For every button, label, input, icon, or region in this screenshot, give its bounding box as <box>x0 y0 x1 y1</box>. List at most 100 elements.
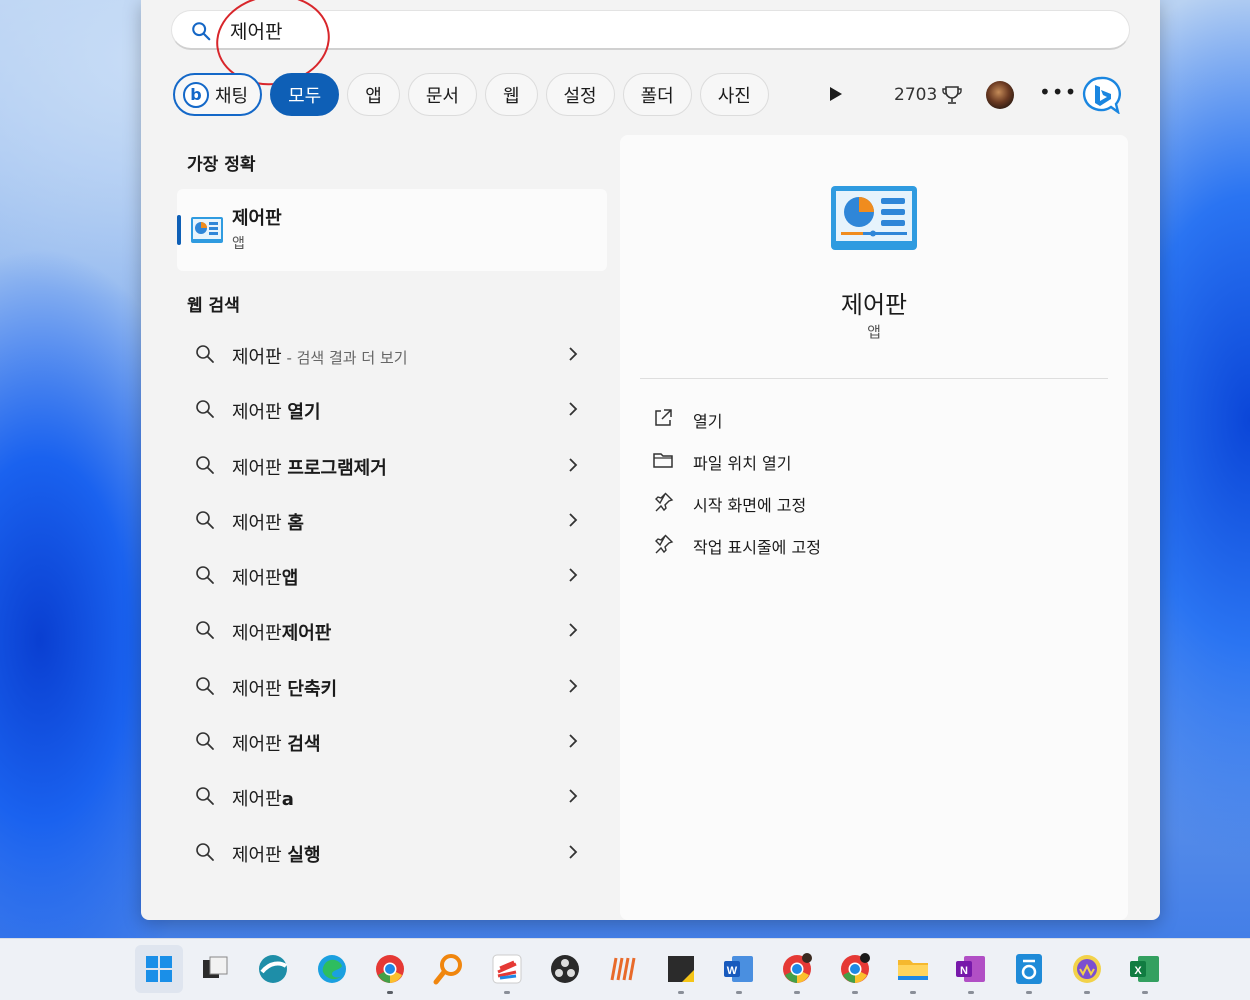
running-indicator <box>678 991 684 994</box>
file-explorer-icon[interactable] <box>896 952 930 986</box>
web-search-item[interactable]: 제어판 실행 <box>177 826 607 881</box>
running-indicator <box>852 991 858 994</box>
action-open[interactable]: 열기 <box>652 398 952 440</box>
filter-all[interactable]: 모두 <box>270 73 340 116</box>
web-search-suggestion: 실행 <box>287 844 321 866</box>
web-search-suggestion: 제어판 <box>281 623 332 645</box>
selection-indicator <box>177 215 181 245</box>
colorful-app-icon[interactable] <box>490 952 524 986</box>
start-icon <box>146 956 172 982</box>
web-search-suggestion: a <box>281 789 294 811</box>
stripes-app-icon[interactable] <box>606 952 640 986</box>
pin-icon <box>655 492 674 512</box>
edge-icon[interactable] <box>315 952 349 986</box>
bing-icon[interactable] <box>1081 76 1121 114</box>
start-button[interactable] <box>135 945 183 993</box>
chevron-right-icon <box>569 457 578 472</box>
filter-photos[interactable]: 사진 <box>699 73 769 116</box>
web-search-item[interactable]: 제어판 단축키 <box>177 660 607 715</box>
web-search-item[interactable]: 제어판a <box>177 770 607 825</box>
rewards-points-value: 2703 <box>894 85 938 105</box>
web-search-hint: - 검색 결과 더 보기 <box>281 349 408 367</box>
action-label: 시작 화면에 고정 <box>693 496 807 515</box>
web-search-query: 제어판 <box>232 347 282 368</box>
best-match-name: 제어판 <box>232 208 282 229</box>
running-indicator <box>1026 991 1032 994</box>
running-indicator <box>504 991 510 994</box>
web-search-item[interactable]: 제어판 열기 <box>177 383 607 438</box>
search-box[interactable] <box>171 10 1130 50</box>
control-panel-large-icon <box>831 186 917 250</box>
chrome-profile-icon-1[interactable] <box>780 952 814 986</box>
action-label: 작업 표시줄에 고정 <box>693 538 821 557</box>
running-indicator <box>910 991 916 994</box>
chevron-right-icon <box>569 679 578 693</box>
preview-pane: 제어판 앱 열기 파일 위치 열기 시작 화면에 고정 작업 표시줄에 고정 <box>620 135 1128 920</box>
more-options-icon[interactable]: ••• <box>1039 80 1077 104</box>
sphere-app-icon[interactable] <box>256 952 290 986</box>
filter-folders[interactable]: 폴더 <box>622 73 692 116</box>
rewards-points[interactable]: 2703 <box>894 84 963 106</box>
filter-chat[interactable]: b 채팅 <box>173 73 263 116</box>
search-icon <box>196 732 214 750</box>
filter-documents[interactable]: 문서 <box>407 73 477 116</box>
search-icon <box>196 511 214 529</box>
chrome-icon[interactable] <box>373 952 407 986</box>
action-pin-to-taskbar[interactable]: 작업 표시줄에 고정 <box>652 524 952 566</box>
web-search-query: 제어판 <box>232 844 288 866</box>
chevron-right-icon <box>569 845 578 859</box>
web-search-suggestion: 열기 <box>287 402 321 424</box>
whale-app-icon[interactable] <box>1070 952 1104 986</box>
web-search-suggestion: 프로그램제거 <box>287 457 387 479</box>
excel-icon[interactable]: X <box>1128 952 1162 986</box>
search-icon <box>196 400 214 419</box>
onenote-icon[interactable]: N <box>954 952 988 986</box>
user-avatar[interactable] <box>986 81 1014 109</box>
filter-apps[interactable]: 앱 <box>347 73 400 116</box>
taskbar: W N X <box>0 938 1250 1000</box>
web-search-query: 제어판 <box>232 457 288 479</box>
svg-text:W: W <box>727 965 738 977</box>
web-search-query: 제어판 <box>232 678 288 700</box>
more-filters-play-icon[interactable] <box>829 86 843 102</box>
preview-actions: 열기 파일 위치 열기 시작 화면에 고정 작업 표시줄에 고정 <box>652 398 952 566</box>
obs-icon[interactable] <box>548 952 582 986</box>
filter-web[interactable]: 웹 <box>484 73 538 116</box>
action-pin-to-start[interactable]: 시작 화면에 고정 <box>652 482 952 524</box>
search-icon <box>196 842 214 861</box>
task-view-icon[interactable] <box>198 952 232 986</box>
preview-app-name: 제어판 <box>840 291 908 319</box>
web-search-item[interactable]: 제어판제어판 <box>177 604 607 659</box>
chevron-right-icon <box>569 347 578 361</box>
web-search-query: 제어판 <box>232 623 282 645</box>
web-search-suggestion: 단축키 <box>287 678 338 700</box>
start-search-panel: b 채팅 모두 앱 문서 웹 설정 폴더 사진 2703 ••• 가장 정확 <box>141 0 1160 920</box>
sticky-notes-icon[interactable] <box>664 952 698 986</box>
web-search-item[interactable]: 제어판 - 검색 결과 더 보기 <box>177 328 607 383</box>
running-indicator <box>736 991 742 994</box>
chrome-profile-icon-2[interactable] <box>838 952 872 986</box>
web-search-item[interactable]: 제어판앱 <box>177 549 607 604</box>
filter-settings[interactable]: 설정 <box>545 73 615 116</box>
chevron-right-icon <box>569 568 578 582</box>
web-search-item[interactable]: 제어판 홈 <box>177 494 607 549</box>
search-icon <box>192 22 211 41</box>
web-search-list: 제어판 - 검색 결과 더 보기 제어판 열기 제어판 프로그램제거 제어판 홈… <box>177 328 607 881</box>
web-search-item[interactable]: 제어판 검색 <box>177 715 607 770</box>
search-magnifier-app-icon[interactable] <box>432 952 466 986</box>
web-search-query: 제어판 <box>232 402 288 424</box>
search-input[interactable] <box>230 17 830 43</box>
running-indicator <box>968 991 974 994</box>
web-search-item[interactable]: 제어판 프로그램제거 <box>177 439 607 494</box>
word-icon[interactable]: W <box>722 952 756 986</box>
action-open-file-location[interactable]: 파일 위치 열기 <box>652 440 952 482</box>
search-icon <box>196 455 214 474</box>
hangul-icon[interactable] <box>1012 952 1046 986</box>
search-icon <box>196 345 214 363</box>
svg-text:N: N <box>960 965 968 977</box>
filter-chat-label: 채팅 <box>215 85 249 107</box>
best-match-card[interactable]: 제어판 앱 <box>177 189 607 271</box>
control-panel-icon <box>191 217 223 243</box>
running-indicator <box>794 991 800 994</box>
search-icon <box>196 787 214 806</box>
